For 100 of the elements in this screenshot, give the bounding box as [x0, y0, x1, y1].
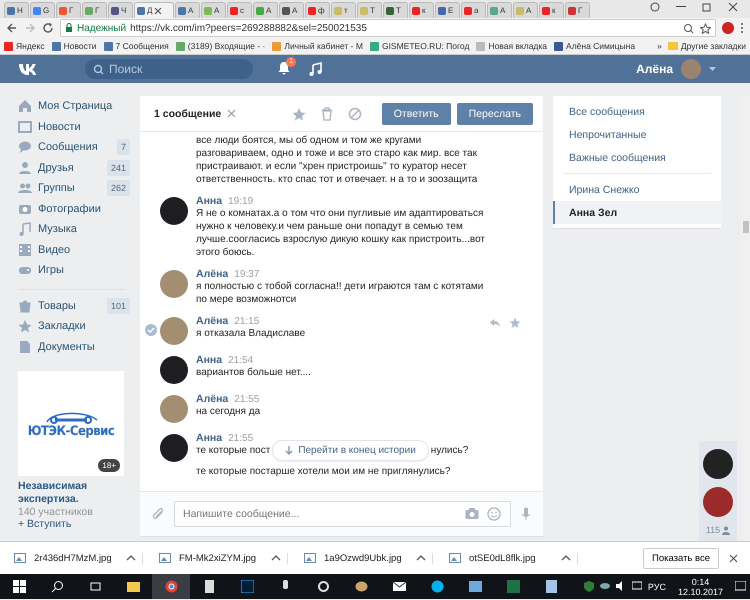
author-name[interactable]: Анна — [196, 354, 222, 366]
avatar-photo[interactable] — [160, 197, 188, 225]
chevron-up-icon[interactable] — [416, 554, 426, 562]
extension-icon[interactable] — [722, 22, 734, 34]
user-name[interactable]: Алёна — [636, 62, 673, 76]
avatar-photo[interactable] — [160, 356, 188, 384]
menu-item[interactable]: Непрочитанные — [553, 123, 721, 146]
music-icon[interactable] — [309, 62, 323, 76]
author-name[interactable]: Алёна — [196, 393, 228, 405]
paperclip-icon[interactable] — [152, 508, 164, 520]
menu-icon[interactable] — [740, 22, 744, 34]
bookmark[interactable]: Алёна Симицына — [554, 41, 636, 51]
folder-icon[interactable] — [126, 580, 140, 593]
task-view-icon[interactable] — [88, 580, 102, 593]
browser-tab[interactable]: к — [409, 2, 434, 18]
browser-tab[interactable]: Г — [565, 2, 590, 18]
menu-item[interactable]: Анна Зел — [553, 201, 721, 224]
nav-item[interactable]: Фотографии — [18, 198, 126, 219]
download-item[interactable]: FM-Mk2xiZYM.jpg — [153, 552, 288, 564]
star-icon[interactable] — [292, 106, 306, 120]
browser-tab[interactable]: Н — [4, 2, 29, 18]
menu-item[interactable]: Ирина Снежко — [553, 178, 721, 201]
browser-tab[interactable]: А — [487, 2, 512, 18]
more-bookmarks[interactable]: » — [657, 41, 662, 51]
bookmark[interactable]: 7 Сообщения — [104, 41, 169, 51]
browser-tab[interactable]: Г — [82, 2, 107, 18]
menu-item[interactable]: Все сообщения — [553, 100, 721, 123]
nav-item[interactable]: Видео — [18, 240, 126, 260]
author-name[interactable]: Анна — [196, 195, 222, 207]
bookmark[interactable]: Новости — [52, 41, 96, 51]
chevron-up-icon[interactable] — [126, 554, 136, 562]
shield-icon[interactable] — [584, 581, 594, 592]
author-name[interactable]: Алёна — [196, 268, 228, 280]
browser-tab[interactable]: Е — [435, 2, 460, 18]
chevron-up-icon[interactable] — [271, 554, 281, 562]
browser-tab[interactable]: А — [279, 2, 304, 18]
nav-item[interactable]: Закладки — [18, 316, 126, 336]
ad-title[interactable]: Независимая экспертиза. — [18, 480, 124, 506]
avatar-photo[interactable] — [703, 487, 733, 517]
back-icon[interactable] — [6, 22, 18, 34]
vk-logo-icon[interactable] — [18, 61, 37, 77]
nav-item[interactable]: Документы — [18, 336, 126, 357]
bookmark-folder[interactable]: Другие закладки — [668, 41, 746, 51]
browser-tab[interactable]: Г — [56, 2, 81, 18]
nav-item[interactable]: Игры — [18, 260, 126, 280]
star-icon[interactable] — [509, 317, 521, 329]
ad-image[interactable]: ЮТЭК-Сервис 18+ — [18, 371, 124, 476]
caret-icon[interactable] — [709, 67, 716, 71]
forward-button[interactable]: Переслать — [456, 102, 533, 124]
show-all-button[interactable]: Показать все — [643, 548, 719, 568]
reply-button[interactable]: Ответить — [382, 102, 451, 124]
browser-tab[interactable]: Т — [357, 2, 382, 18]
profile-icon[interactable] — [650, 2, 660, 12]
nav-item[interactable]: Моя Страница — [18, 96, 126, 116]
browser-tab[interactable]: А — [175, 2, 200, 18]
windows-logo-icon[interactable] — [12, 580, 26, 593]
menu-item[interactable]: Важные сообщения — [553, 146, 721, 169]
author-name[interactable]: Анна — [196, 432, 222, 444]
browser-tab[interactable]: а — [461, 2, 486, 18]
language-indicator[interactable]: РУС — [648, 582, 666, 592]
browser-tab[interactable]: ф — [305, 2, 330, 18]
author-name[interactable]: Алёна — [196, 315, 228, 327]
browser-icon[interactable] — [164, 580, 178, 593]
close-icon[interactable] — [154, 6, 162, 14]
clock[interactable]: 0:14 12.10.2017 — [678, 576, 723, 596]
star-icon[interactable] — [700, 22, 711, 34]
nav-item[interactable]: Музыка — [18, 219, 126, 240]
chevron-up-icon[interactable] — [561, 554, 571, 562]
avatar-photo[interactable] — [160, 434, 188, 462]
bookmark[interactable]: Яндекс — [4, 41, 45, 51]
envelope-icon[interactable] — [392, 580, 406, 593]
browser-tab[interactable]: Ч — [108, 2, 133, 18]
restore-icon[interactable] — [702, 2, 712, 12]
nav-item[interactable]: Новости — [18, 116, 126, 137]
address-bar[interactable]: Надежный https://vk.com/im?peers=269288882&sel=250021535 — [60, 19, 716, 37]
browser-tab[interactable]: Д — [134, 2, 174, 18]
search-icon[interactable] — [50, 580, 64, 593]
reload-icon[interactable] — [42, 22, 54, 34]
search-field[interactable]: Поиск — [85, 59, 253, 79]
jump-to-end-button[interactable]: Перейти в конец истории — [272, 440, 429, 461]
check-circle-icon[interactable] — [145, 324, 157, 336]
bookmark[interactable]: Новая вкладка — [476, 41, 548, 51]
join-link[interactable]: + Вступить — [18, 518, 124, 530]
browser-tab[interactable]: G — [30, 2, 55, 18]
scrollbar-thumb[interactable] — [743, 221, 749, 233]
close-icon[interactable] — [728, 2, 738, 12]
bookmark[interactable]: (3189) Входящие - · — [176, 41, 266, 51]
bookmark[interactable]: GISMETEO.RU: Погод — [370, 41, 470, 51]
close-icon[interactable] — [729, 554, 738, 562]
browser-tab[interactable]: А — [201, 2, 226, 18]
browser-tab[interactable]: А — [513, 2, 538, 18]
download-item[interactable]: 1a9Ozwd9Ubk.jpg — [298, 552, 433, 564]
zoom-icon[interactable] — [683, 22, 694, 34]
download-item[interactable]: 2r436dH7MzM.jpg — [8, 552, 143, 564]
browser-tab[interactable]: к — [539, 2, 564, 18]
download-item[interactable]: otSE0dL8flk.jpg — [443, 552, 578, 564]
bookmark[interactable]: Личный кабинет - М — [272, 41, 363, 51]
avatar-photo[interactable] — [703, 449, 733, 479]
browser-tab[interactable]: с — [227, 2, 252, 18]
browser-tab[interactable]: А — [253, 2, 278, 18]
